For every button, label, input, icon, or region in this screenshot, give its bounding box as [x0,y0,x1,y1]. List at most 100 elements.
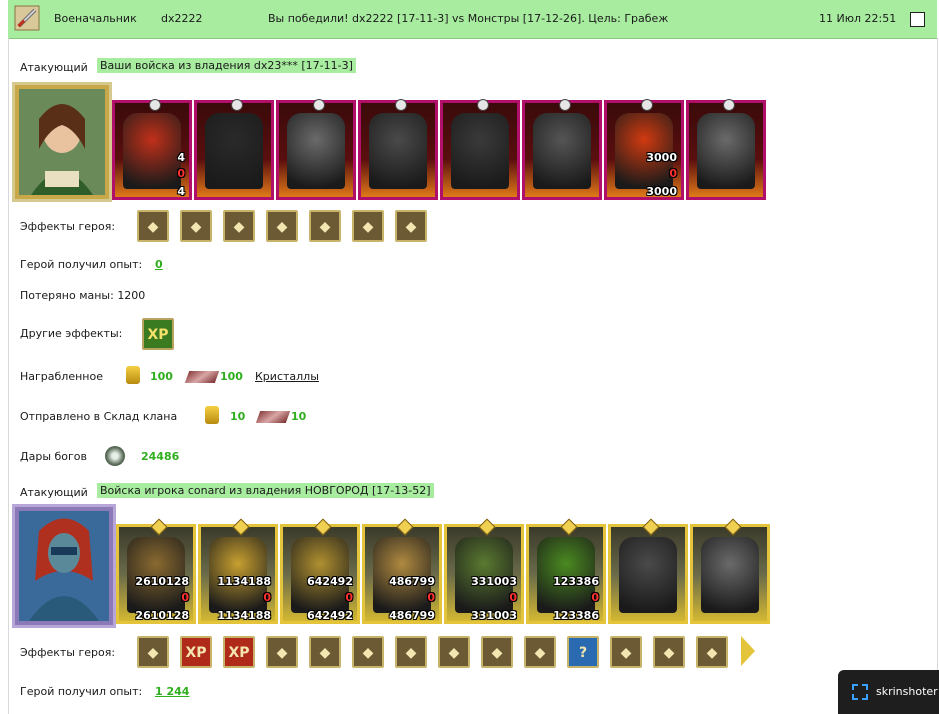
unit-slot[interactable] [276,99,356,200]
unit-figure [123,113,181,189]
unit-slot[interactable]: 331003 0 331003 [444,518,524,624]
unit-count: 1134188 [217,609,271,622]
side2-hero-effects-label: Эффекты героя: [20,646,116,659]
unit-count: 4 [177,185,185,198]
unit-slot[interactable] [440,99,520,200]
hero-avatar [19,89,105,195]
staff-icon[interactable]: ◆ [696,636,728,668]
gem-icon [724,518,742,536]
unit-slot[interactable]: 1134188 0 1134188 [198,518,278,624]
unit-slot[interactable]: 4 0 4 [112,99,192,200]
hero-avatar [19,511,109,621]
side2-label: Атакующий [20,486,88,499]
leaf-icon[interactable]: ◆ [137,210,169,242]
unit-count: 0 [509,591,517,604]
gem-icon [232,518,250,536]
battle-datetime: 11 Июл 22:51 [819,12,897,25]
armor-icon[interactable]: ◆ [180,210,212,242]
unit-slot[interactable]: 486799 0 486799 [362,518,442,624]
side1-army-title: Ваши войска из владения dx23*** [17-11-3… [97,58,356,73]
side1-xp-value[interactable]: 0 [155,258,163,271]
bench-icon[interactable]: ◆ [352,210,384,242]
gem-icon [150,518,168,536]
xp-effect-icon[interactable]: XP [142,318,174,350]
unit-slot[interactable] [522,99,602,200]
unit-count: 0 [177,167,185,180]
unit-count: 123386 [553,609,599,622]
crystals-link[interactable]: Кристаллы [255,370,319,383]
role-label: Военачальник [54,12,137,25]
gifts-value: 24486 [141,450,180,463]
player-name[interactable]: dx2222 [161,12,203,25]
shield-icon[interactable]: ◆ [352,636,384,668]
unit-slot[interactable]: 2610128 0 2610128 [116,518,196,624]
gift-icon [105,446,125,466]
unit-figure [619,537,677,613]
unit-count: 486799 [389,609,435,622]
hand-shield-icon[interactable]: ◆ [395,636,427,668]
gem-icon [396,518,414,536]
cloak-icon[interactable]: ◆ [309,210,341,242]
skrinshoter-label: skrinshoter [876,685,938,698]
close-checkbox[interactable] [910,12,925,27]
side2-xp-value[interactable]: 1 244 [155,685,189,698]
side1-hero-portrait[interactable] [12,82,112,202]
effects-next-arrow-icon[interactable] [741,636,755,666]
cross-icon[interactable]: ◆ [481,636,513,668]
mouse-cursor-icon [927,436,937,452]
chest-icon[interactable]: ◆ [524,636,556,668]
crystal-icon [184,371,220,383]
unit-count: 0 [591,591,599,604]
spider-icon[interactable]: ◆ [610,636,642,668]
side2-xp-label: Герой получил опыт: [20,685,143,698]
right-border [937,38,938,714]
drum-icon[interactable]: ◆ [266,636,298,668]
unit-figure [533,113,591,189]
unit-count: 0 [181,591,189,604]
barrel-icon[interactable]: ◆ [438,636,470,668]
pouch-icon[interactable]: ◆ [137,636,169,668]
gem-icon [560,518,578,536]
skrinshoter-widget[interactable]: skrinshoter [838,670,939,714]
loot-gold-value: 100 [150,370,173,383]
unit-count: 0 [669,167,677,180]
battle-result-text: Вы победили! dx2222 [17-11-3] vs Монстры… [268,12,669,25]
crossbow-icon[interactable]: ◆ [266,210,298,242]
clover-icon[interactable]: ◆ [653,636,685,668]
unit-slot[interactable] [358,99,438,200]
unit-count: 2610128 [135,609,189,622]
question-icon[interactable]: ? [567,636,599,668]
unit-slot[interactable] [686,99,766,200]
unit-figure [701,537,759,613]
side2-army-title: Войска игрока conard из владения НОВГОРО… [97,483,434,498]
unit-slot[interactable] [194,99,274,200]
horse-icon[interactable]: ◆ [395,210,427,242]
unit-figure [205,113,263,189]
unit-count: 642492 [307,609,353,622]
clan-gold-value: 10 [230,410,246,423]
crystal-icon [255,411,291,423]
unit-slot[interactable]: 123386 0 123386 [526,518,606,624]
unit-count: 3000 [646,185,677,198]
mana-lost-text: Потеряно маны: 1200 [20,289,146,302]
dice-icon[interactable]: ◆ [309,636,341,668]
unit-slot[interactable] [690,518,770,624]
unit-slot[interactable]: 642492 0 642492 [280,518,360,624]
gifts-label: Дары богов [20,450,88,463]
unit-figure [451,113,509,189]
gold-icon [126,366,140,384]
xp-icon[interactable]: XP [223,636,255,668]
ring-icon[interactable]: ◆ [223,210,255,242]
gem-icon [642,518,660,536]
unit-slot[interactable] [608,518,688,624]
unit-figure [369,113,427,189]
side2-hero-portrait[interactable] [12,504,116,628]
skull-icon [641,99,653,111]
unit-slot[interactable]: 3000 0 3000 [604,99,684,200]
unit-count: 331003 [471,575,517,588]
gem-icon [314,518,332,536]
unit-count: 486799 [389,575,435,588]
xp-icon[interactable]: XP [180,636,212,668]
side1-label: Атакующий [20,61,88,74]
unit-count: 3000 [646,151,677,164]
